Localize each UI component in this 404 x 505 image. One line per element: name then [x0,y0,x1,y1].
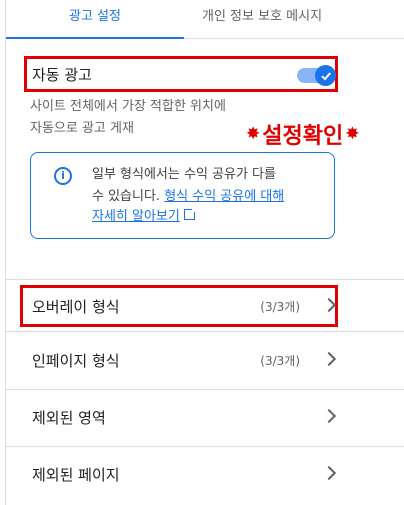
row-divider [6,446,404,447]
list-item-label: 제외된 페이지 [32,466,120,484]
star-icon: ✸ [345,123,360,144]
tab-ad-settings[interactable]: 광고 설정 [6,0,184,39]
auto-ads-description-line2: 자동으로 광고 게재 [30,121,134,136]
chevron-right-icon [321,408,337,424]
learn-more-link[interactable]: 자세히 알아보기 [92,209,180,224]
revenue-share-link[interactable]: 형식 수익 공유에 대해 [164,189,284,204]
list-item-excluded-pages[interactable]: 제외된 페이지 [6,450,348,500]
list-item-label: 인페이지 형식 [32,352,120,370]
auto-ads-label: 자동 광고 [32,66,92,84]
section-divider [6,279,404,280]
check-icon [320,71,331,80]
annotation-label: ✸ 설정확인 ✸ [246,116,359,152]
tab-bar: 광고 설정 개인 정보 보호 메시지 [6,0,404,39]
chevron-right-icon [321,351,337,367]
list-item-in-page-formats[interactable]: 인페이지 형식 (3/3개) [6,336,348,386]
info-text-line2: 수 있습니다. 형식 수익 공유에 대해 [92,186,284,208]
list-item-label: 오버레이 형식 [32,298,120,316]
list-item-count: (3/3개) [260,354,300,368]
auto-ads-description-line1: 사이트 전체에서 가장 적합한 위치에 [30,99,226,114]
auto-ads-toggle-thumb[interactable] [315,65,336,86]
chevron-right-icon [321,465,337,481]
info-text-line3: 자세히 알아보기 [92,206,197,228]
row-divider [6,389,404,390]
star-icon: ✸ [246,123,261,144]
row-divider [6,331,404,332]
list-item-count: (3/3개) [260,300,300,314]
info-text-fragment: 수 있습니다. [92,189,165,204]
list-item-excluded-areas[interactable]: 제외된 영역 [6,393,348,443]
info-icon: i [54,167,72,185]
chevron-right-icon [321,297,337,313]
annotation-text: 설정확인 [262,124,344,149]
list-item-overlay-formats[interactable]: 오버레이 형식 (3/3개) [6,282,348,332]
list-item-label: 제외된 영역 [32,409,106,427]
external-link-icon [183,207,197,220]
tab-privacy-messages[interactable]: 개인 정보 보호 메시지 [202,0,404,38]
info-text-line1: 일부 형식에서는 수익 공유가 다를 [92,167,276,182]
